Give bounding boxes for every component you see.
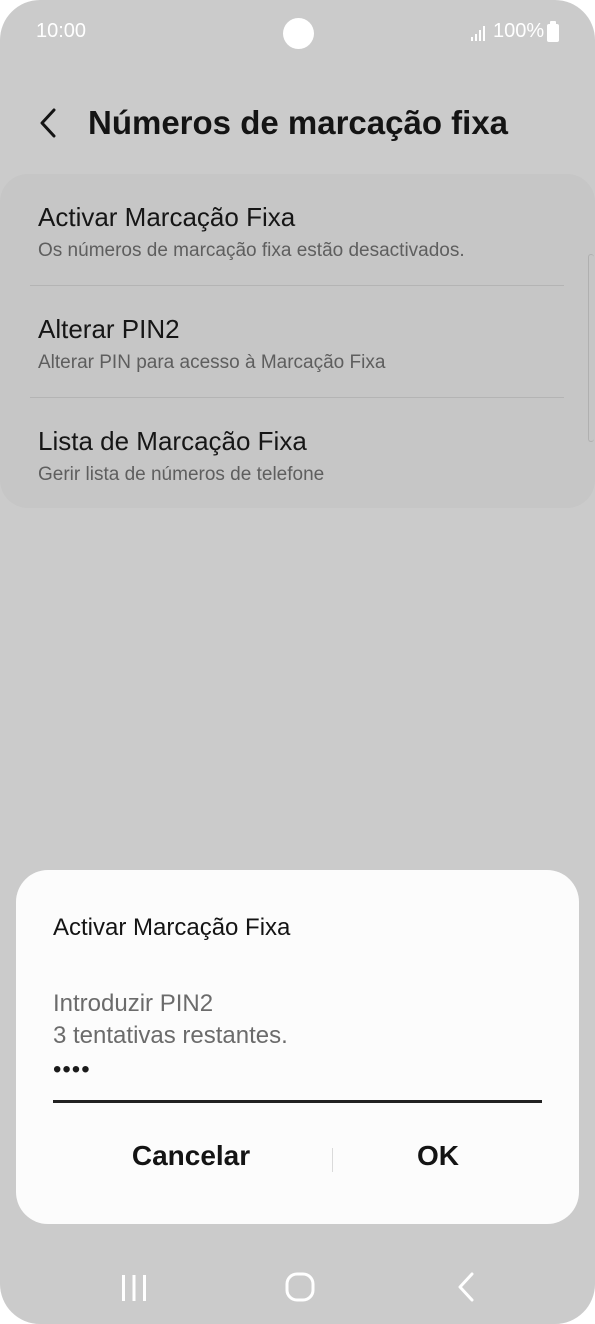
pin2-input[interactable]: •••• xyxy=(53,1056,542,1103)
status-time: 10:00 xyxy=(36,20,87,42)
dialog-title: Activar Marcação Fixa xyxy=(53,914,291,941)
pin2-dialog: Activar Marcação Fixa Introduzir PIN2 3 … xyxy=(16,870,579,1224)
button-separator xyxy=(332,1148,333,1172)
battery-icon xyxy=(547,21,559,42)
front-camera-cutout xyxy=(283,18,314,49)
battery-percentage: 100% xyxy=(493,20,545,42)
back-button[interactable] xyxy=(28,102,72,146)
ok-button[interactable]: OK xyxy=(388,1140,488,1180)
setting-fixed-dialing-list[interactable]: Lista de Marcação Fixa Gerir lista de nú… xyxy=(0,398,595,510)
setting-title: Alterar PIN2 xyxy=(38,314,180,344)
scrollbar[interactable] xyxy=(588,254,594,442)
app-header: Números de marcação fixa xyxy=(0,90,595,160)
setting-change-pin2[interactable]: Alterar PIN2 Alterar PIN para acesso à M… xyxy=(0,286,595,398)
phone-screen: 10:00 100% Números de marcação fixa Acti… xyxy=(0,0,595,1324)
chevron-left-icon xyxy=(40,108,56,138)
page-title: Números de marcação fixa xyxy=(88,104,509,141)
setting-subtitle: Gerir lista de números de telefone xyxy=(38,464,325,485)
signal-icon xyxy=(471,26,485,41)
recents-button[interactable] xyxy=(99,1255,169,1321)
setting-activate-fixed-dialing[interactable]: Activar Marcação Fixa Os números de marc… xyxy=(0,174,595,286)
back-icon xyxy=(458,1272,474,1302)
setting-title: Lista de Marcação Fixa xyxy=(38,426,307,456)
cancel-button[interactable]: Cancelar xyxy=(106,1140,276,1180)
setting-subtitle: Alterar PIN para acesso à Marcação Fixa xyxy=(38,352,386,373)
setting-subtitle: Os números de marcação fixa estão desact… xyxy=(38,240,465,261)
dialog-prompt: Introduzir PIN2 3 tentativas restantes. xyxy=(53,988,288,1052)
home-button[interactable] xyxy=(265,1255,335,1321)
setting-title: Activar Marcação Fixa xyxy=(38,202,296,232)
attempts-remaining-label: 3 tentativas restantes. xyxy=(53,1022,288,1049)
home-icon xyxy=(285,1272,315,1302)
status-bar: 10:00 100% xyxy=(0,0,595,66)
settings-card: Activar Marcação Fixa Os números de marc… xyxy=(0,174,595,508)
nav-back-button[interactable] xyxy=(432,1255,502,1321)
pin2-prompt-label: Introduzir PIN2 xyxy=(53,990,214,1017)
navigation-bar xyxy=(0,1255,595,1321)
recents-icon xyxy=(122,1275,146,1301)
